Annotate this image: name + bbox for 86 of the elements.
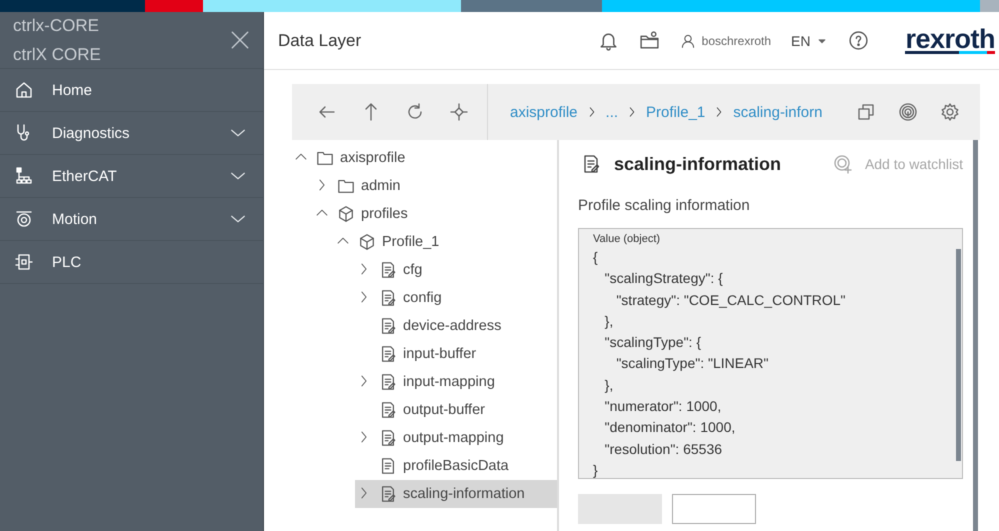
edit-document-icon — [379, 345, 397, 363]
logo: rexroth — [905, 27, 995, 54]
copy-icon[interactable] — [856, 102, 876, 122]
document-icon — [379, 457, 397, 475]
code-line: }, — [604, 312, 614, 331]
description: Profile scaling information — [578, 197, 751, 214]
code-line: "scalingType": "LINEAR" — [615, 354, 770, 374]
tree-label: profiles — [361, 206, 408, 222]
code-line: "denominator": 1000, — [604, 418, 736, 438]
tree-label: input-mapping — [403, 374, 495, 390]
chip-icon — [14, 252, 34, 272]
code-line: "strategy": "COE_CALC_CONTROL" — [615, 290, 846, 310]
code-line: } — [593, 460, 599, 480]
field-label: Value (object) — [593, 233, 662, 245]
help-icon[interactable] — [848, 30, 870, 51]
nav-label: PLC — [52, 254, 82, 270]
close-icon[interactable] — [229, 29, 251, 51]
tree-label: device-address — [403, 318, 502, 334]
edit-document-icon — [379, 485, 397, 503]
home-icon — [14, 80, 34, 100]
nav-item[interactable]: Motion — [0, 198, 263, 241]
network-icon — [14, 166, 34, 186]
tree-item[interactable]: scaling-information — [355, 480, 557, 508]
add-watch-icon — [832, 154, 853, 174]
device-name: ctrlx-CORE — [13, 15, 100, 37]
tree-item[interactable]: Profile_1 — [334, 228, 557, 256]
tree-item[interactable]: output-buffer — [355, 396, 557, 424]
value-field[interactable]: Value (object) { "scalingStrategy": { "strategy": "COE_CALC_CONTROL" }, "scalingType": { "scalingType": "LINEAR" }, "numerator": 1000, "denominator": 1000, "resolution": 65536 } — [578, 228, 963, 479]
folder-icon[interactable] — [638, 30, 660, 51]
edit-document-icon — [379, 401, 397, 419]
tree-item[interactable]: cfg — [355, 256, 557, 284]
settings-icon[interactable] — [940, 102, 960, 122]
device-name: ctrlX CORE — [13, 44, 101, 66]
tree-label: Profile_1 — [382, 234, 440, 250]
edit-document-icon — [379, 373, 397, 391]
nav-label: Motion — [52, 210, 98, 228]
tree-label: scaling-information — [403, 486, 525, 502]
tree-item[interactable]: axisprofile — [292, 144, 557, 172]
scrollbar[interactable] — [973, 140, 978, 531]
tree-label: output-buffer — [403, 402, 485, 418]
locate-icon[interactable] — [449, 102, 469, 122]
nav-item[interactable]: Diagnostics — [0, 112, 263, 155]
tree-label: profileBasicData — [403, 458, 509, 474]
tree-label: output-mapping — [403, 430, 504, 446]
code-line: "scalingType": { — [604, 333, 702, 352]
nav-item[interactable]: Home — [0, 69, 263, 112]
tree-label: cfg — [403, 262, 422, 278]
tree-label: input-buffer — [403, 346, 476, 362]
language-code: EN — [791, 32, 810, 48]
language-select[interactable]: EN — [791, 32, 828, 48]
tree-label: axisprofile — [340, 150, 406, 166]
tree-item[interactable]: config — [355, 284, 557, 312]
tree-item[interactable]: input-buffer — [355, 340, 557, 368]
folder-icon — [316, 149, 334, 167]
nav-item[interactable]: PLC — [0, 241, 263, 284]
tree-item[interactable]: admin — [313, 172, 557, 200]
code-line: { — [593, 248, 599, 267]
tree-item[interactable]: output-mapping — [355, 424, 557, 452]
code-line: "numerator": 1000, — [604, 397, 722, 416]
tree-item[interactable]: input-mapping — [355, 368, 557, 396]
scrollbar[interactable] — [956, 249, 961, 461]
code-line: "scalingStrategy": { — [604, 269, 724, 288]
edit-document-icon — [379, 429, 397, 447]
code-line: }, — [604, 376, 614, 395]
edit-document-icon — [379, 261, 397, 279]
cube-icon — [358, 233, 376, 251]
node-title: scaling-information — [614, 154, 782, 174]
nav-label: Diagnostics — [52, 124, 131, 142]
edit-document-icon — [379, 289, 397, 307]
nav-label: Home — [52, 82, 94, 98]
edit-document-icon — [379, 317, 397, 335]
user-menu[interactable]: boschrexroth — [680, 32, 772, 48]
tree-label: admin — [361, 178, 400, 194]
user-name: boschrexroth — [702, 34, 772, 48]
page-title: Data Layer — [278, 30, 362, 50]
user-icon — [680, 32, 696, 48]
code-line: "resolution": 65536 — [604, 440, 724, 459]
nav-label: EtherCAT — [52, 168, 118, 184]
motion-icon — [14, 209, 34, 229]
tree-label: config — [403, 290, 442, 306]
tree-item[interactable]: profileBasicData — [355, 452, 557, 480]
folder-icon — [337, 177, 355, 195]
nav-item[interactable]: EtherCAT — [0, 155, 263, 198]
cube-icon — [337, 205, 355, 223]
tree-item[interactable]: profiles — [313, 200, 557, 228]
tree-item[interactable]: device-address — [355, 312, 557, 340]
